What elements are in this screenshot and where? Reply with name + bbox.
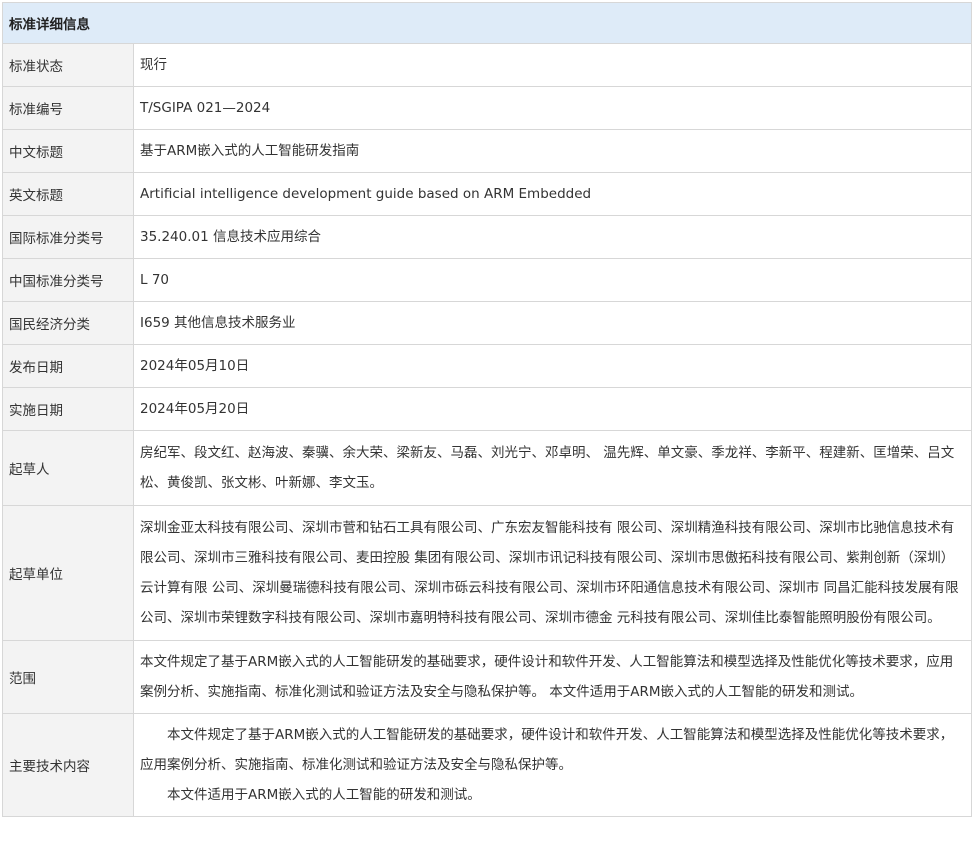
status-value: 现行 [133, 43, 972, 87]
chinese-title-value: 基于ARM嵌入式的人工智能研发指南 [133, 129, 972, 173]
row-label: 主要技术内容 [2, 713, 134, 817]
standard-detail-panel: 标准详细信息 标准状态 现行 标准编号 T/SGIPA 021—2024 中文标… [2, 2, 972, 817]
content-paragraph: 本文件规定了基于ARM嵌入式的人工智能研发的基础要求，硬件设计和软件开发、人工智… [140, 727, 954, 773]
row-drafting-units: 起草单位 深圳金亚太科技有限公司、深圳市菅和钻石工具有限公司、广东宏友智能科技有… [2, 505, 972, 641]
scope-value: 本文件规定了基于ARM嵌入式的人工智能研发的基础要求，硬件设计和软件开发、人工智… [133, 640, 972, 714]
row-label: 发布日期 [2, 344, 134, 388]
row-ccs: 中国标准分类号 L 70 [2, 258, 972, 302]
economic-class-value: I659 其他信息技术服务业 [133, 301, 972, 345]
row-english-title: 英文标题 Artificial intelligence development… [2, 172, 972, 216]
english-title-value: Artificial intelligence development guid… [133, 172, 972, 216]
row-label: 实施日期 [2, 387, 134, 431]
drafters-value: 房纪军、段文红、赵海波、秦骥、余大荣、梁新友、马磊、刘光宁、邓卓明、 温先辉、单… [133, 430, 972, 506]
row-label: 起草单位 [2, 505, 134, 641]
table-title: 标准详细信息 [2, 2, 972, 44]
content-paragraph: 本文件适用于ARM嵌入式的人工智能的研发和测试。 [167, 787, 481, 803]
release-date-value: 2024年05月10日 [133, 344, 972, 388]
ics-value: 35.240.01 信息技术应用综合 [133, 215, 972, 259]
main-technical-content-value: 本文件规定了基于ARM嵌入式的人工智能研发的基础要求，硬件设计和软件开发、人工智… [133, 713, 972, 817]
row-scope: 范围 本文件规定了基于ARM嵌入式的人工智能研发的基础要求，硬件设计和软件开发、… [2, 640, 972, 714]
row-label: 国民经济分类 [2, 301, 134, 345]
row-economic-class: 国民经济分类 I659 其他信息技术服务业 [2, 301, 972, 345]
row-ics: 国际标准分类号 35.240.01 信息技术应用综合 [2, 215, 972, 259]
row-label: 标准状态 [2, 43, 134, 87]
row-release-date: 发布日期 2024年05月10日 [2, 344, 972, 388]
row-label: 标准编号 [2, 86, 134, 130]
row-chinese-title: 中文标题 基于ARM嵌入式的人工智能研发指南 [2, 129, 972, 173]
row-label: 英文标题 [2, 172, 134, 216]
implementation-date-value: 2024年05月20日 [133, 387, 972, 431]
row-main-technical-content: 主要技术内容 本文件规定了基于ARM嵌入式的人工智能研发的基础要求，硬件设计和软… [2, 713, 972, 817]
row-implementation-date: 实施日期 2024年05月20日 [2, 387, 972, 431]
row-label: 起草人 [2, 430, 134, 506]
row-label: 中国标准分类号 [2, 258, 134, 302]
standard-detail-table: 标准详细信息 标准状态 现行 标准编号 T/SGIPA 021—2024 中文标… [2, 2, 972, 817]
row-label: 范围 [2, 640, 134, 714]
row-drafters: 起草人 房纪军、段文红、赵海波、秦骥、余大荣、梁新友、马磊、刘光宁、邓卓明、 温… [2, 430, 972, 506]
ccs-value: L 70 [133, 258, 972, 302]
row-status: 标准状态 现行 [2, 43, 972, 87]
row-label: 中文标题 [2, 129, 134, 173]
table-header-row: 标准详细信息 [2, 2, 972, 44]
row-label: 国际标准分类号 [2, 215, 134, 259]
drafting-units-value: 深圳金亚太科技有限公司、深圳市菅和钻石工具有限公司、广东宏友智能科技有 限公司、… [133, 505, 972, 641]
row-standard-number: 标准编号 T/SGIPA 021—2024 [2, 86, 972, 130]
standard-number-value: T/SGIPA 021—2024 [133, 86, 972, 130]
